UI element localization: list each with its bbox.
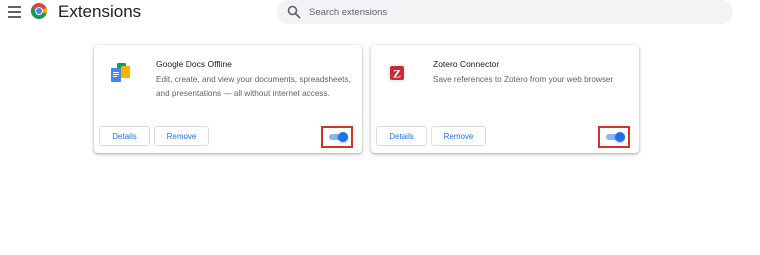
google-docs-offline-icon [111,63,130,82]
svg-text:Z: Z [393,67,401,81]
extension-description: Save references to Zotero from your web … [433,75,614,84]
extension-name: Zotero Connector [433,59,500,69]
extension-description: Edit, create, and view your documents, s… [156,75,351,98]
search-icon [287,5,301,19]
extension-name: Google Docs Offline [156,59,232,69]
zotero-icon: Z [388,64,406,82]
toolbar: Extensions [0,0,760,24]
enable-toggle[interactable] [604,132,625,142]
page-title: Extensions [58,2,142,21]
remove-button[interactable]: Remove [154,126,209,146]
details-button[interactable]: Details [99,126,150,146]
remove-button[interactable]: Remove [431,126,486,146]
toggle-knob [338,132,348,142]
search-bar[interactable] [277,0,733,24]
toggle-knob [615,132,625,142]
hamburger-menu-icon[interactable] [8,6,21,18]
chrome-logo-icon [31,3,47,19]
extension-card-google-docs-offline: Google Docs Offline Edit, create, and vi… [94,45,362,153]
extension-card-zotero-connector: Z Zotero Connector Save references to Zo… [371,45,639,153]
toggle-highlight-box [321,126,353,148]
details-button[interactable]: Details [376,126,427,146]
search-input[interactable] [309,2,709,22]
toggle-highlight-box [598,126,630,148]
enable-toggle[interactable] [327,132,348,142]
